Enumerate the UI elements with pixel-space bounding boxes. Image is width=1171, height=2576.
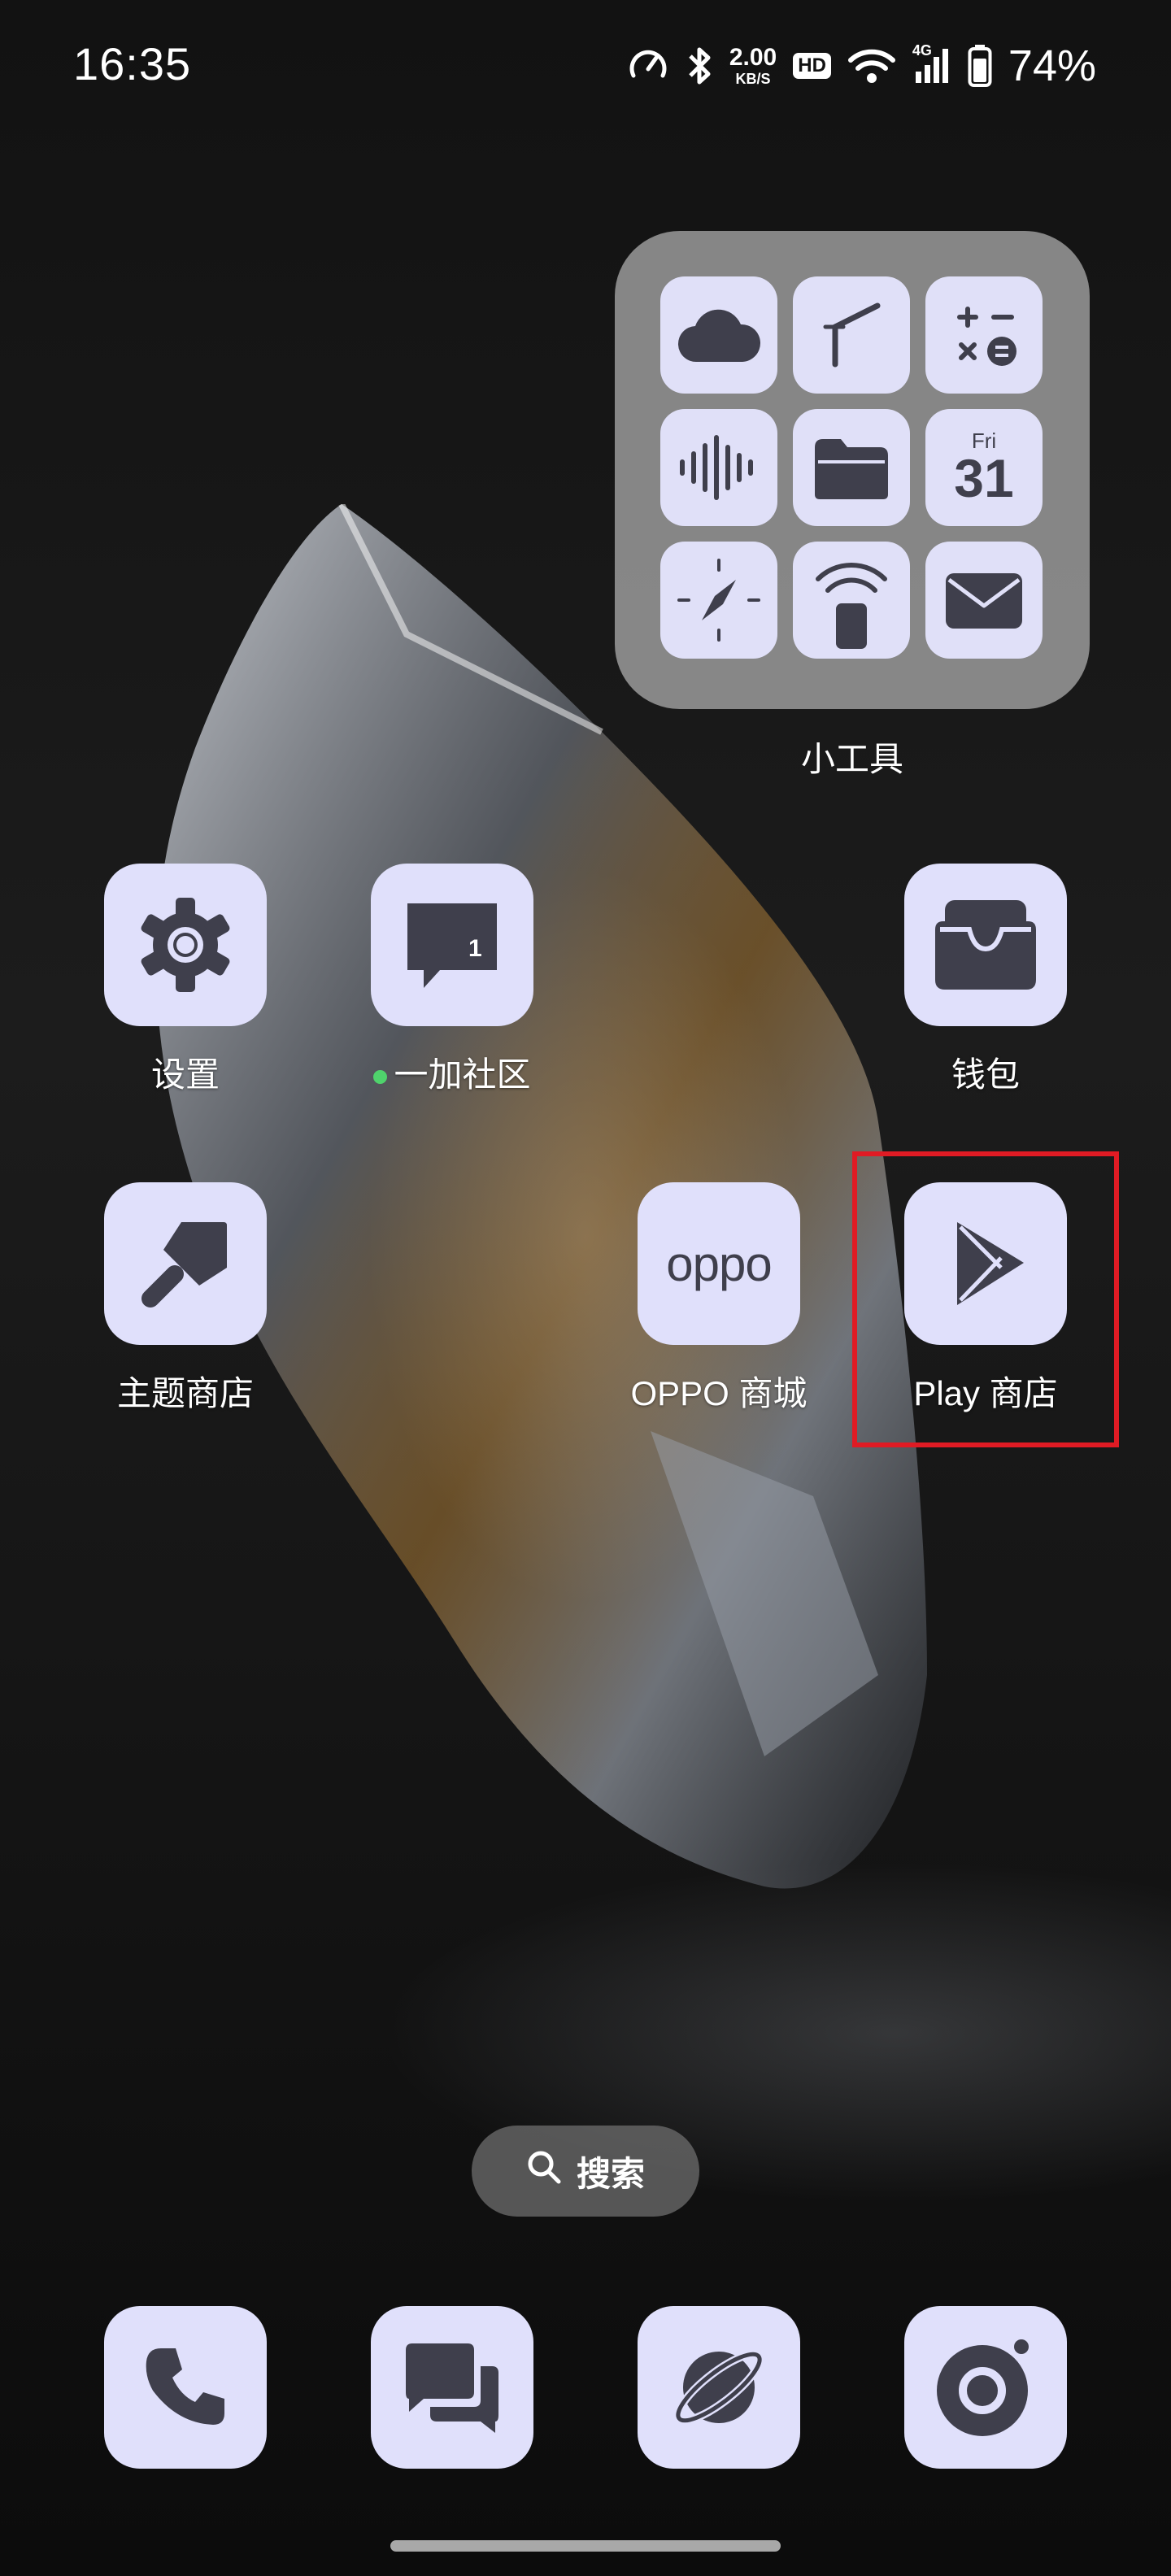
level-icon[interactable] bbox=[793, 276, 910, 394]
search-label: 搜索 bbox=[576, 2154, 645, 2193]
community-badge: 1 bbox=[468, 935, 482, 962]
signal-icon: 4G bbox=[912, 42, 951, 86]
recorder-icon[interactable] bbox=[660, 409, 777, 526]
network-speed: 2.00 KB/S bbox=[729, 44, 777, 87]
signal-label: 4G bbox=[912, 42, 932, 59]
search-button[interactable]: 搜索 bbox=[472, 2126, 699, 2217]
search-icon bbox=[526, 2149, 562, 2193]
compass-icon[interactable] bbox=[660, 542, 777, 659]
app-label-wallet: 钱包 bbox=[951, 1055, 1020, 1094]
messages-icon[interactable] bbox=[371, 2306, 533, 2469]
remote-control-icon[interactable] bbox=[793, 542, 910, 659]
app-oneplus-community[interactable]: 1 一加社区 bbox=[371, 864, 533, 1094]
app-theme-store[interactable]: 主题商店 bbox=[104, 1182, 267, 1412]
net-speed-unit: KB/S bbox=[735, 71, 771, 87]
app-oppo-store[interactable]: oppo OPPO 商城 bbox=[630, 1182, 808, 1412]
home-indicator[interactable] bbox=[390, 2540, 781, 2552]
app-label-theme-store: 主题商店 bbox=[116, 1374, 254, 1412]
wallet-icon bbox=[904, 864, 1067, 1026]
tools-folder-label: 小工具 bbox=[800, 740, 903, 778]
hd-badge: HD bbox=[793, 53, 831, 79]
app-label-settings: 设置 bbox=[150, 1055, 220, 1094]
status-bar: 16:35 2.00 KB/S HD 4G 74% bbox=[0, 0, 1171, 130]
browser-icon[interactable] bbox=[638, 2306, 800, 2469]
weather-icon[interactable] bbox=[660, 276, 777, 394]
chat-bubble-icon: 1 bbox=[371, 864, 533, 1026]
app-label-community: 一加社区 bbox=[306, 1047, 599, 1097]
highlight-box bbox=[852, 1151, 1119, 1447]
wifi-icon bbox=[847, 46, 896, 86]
battery-percent: 74% bbox=[1008, 41, 1096, 90]
speedometer-icon bbox=[627, 45, 669, 87]
net-speed-value: 2.00 bbox=[729, 44, 777, 71]
battery-icon bbox=[968, 44, 992, 88]
file-manager-icon[interactable] bbox=[793, 409, 910, 526]
oppo-logo-icon: oppo bbox=[638, 1182, 800, 1345]
app-settings[interactable]: 设置 bbox=[104, 864, 267, 1094]
gear-icon bbox=[104, 864, 267, 1026]
app-label-oppo-store: OPPO 商城 bbox=[630, 1374, 808, 1412]
tools-folder[interactable]: Fri 31 bbox=[615, 231, 1090, 709]
camera-icon[interactable] bbox=[904, 2306, 1067, 2469]
calendar-icon[interactable]: Fri 31 bbox=[925, 409, 1043, 526]
bluetooth-icon bbox=[686, 45, 713, 87]
calculator-icon[interactable] bbox=[925, 276, 1043, 394]
app-wallet[interactable]: 钱包 bbox=[904, 864, 1067, 1094]
new-dot bbox=[373, 1070, 388, 1085]
app-label-community-text: 一加社区 bbox=[394, 1055, 531, 1094]
mail-icon[interactable] bbox=[925, 542, 1043, 659]
oppo-logo-text: oppo bbox=[666, 1236, 772, 1291]
calendar-date: 31 bbox=[954, 448, 1014, 508]
paint-brush-icon bbox=[104, 1182, 267, 1345]
status-time: 16:35 bbox=[73, 38, 192, 89]
status-icons: 2.00 KB/S HD 4G 74% bbox=[627, 37, 1096, 94]
phone-icon[interactable] bbox=[104, 2306, 267, 2469]
